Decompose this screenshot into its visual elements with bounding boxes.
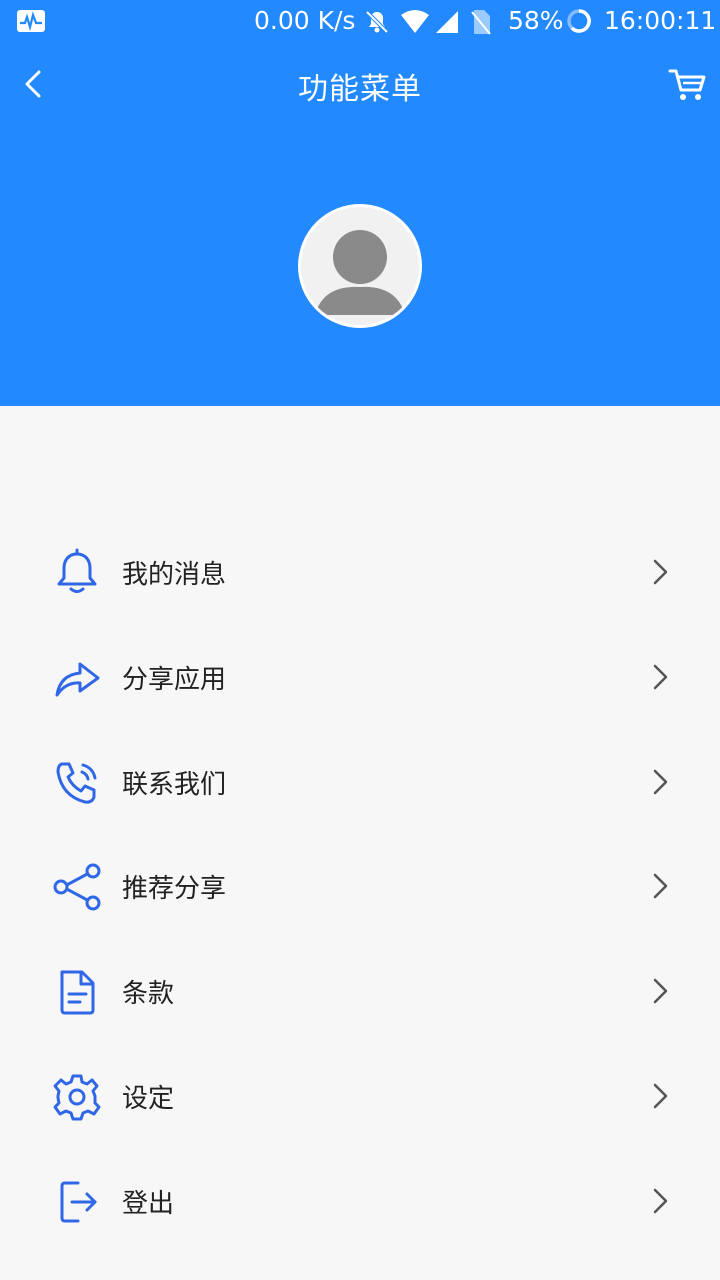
chevron-right-icon — [653, 769, 668, 794]
mute-bell-icon — [365, 10, 389, 34]
share-arrow-icon — [55, 662, 100, 697]
menu-item-share-app[interactable]: 分享应用 — [0, 625, 720, 730]
cart-icon[interactable] — [668, 66, 706, 102]
chevron-right-icon — [653, 664, 668, 690]
gear-icon — [53, 1074, 101, 1121]
status-bar: 0.00 K/s 58% 16:00:11 — [0, 0, 720, 44]
phone-icon — [56, 762, 97, 804]
menu-list: 我的消息 分享应用 联系我们 推荐分享 条款 设定 登出 — [0, 520, 720, 1254]
menu-item-settings[interactable]: 设定 — [0, 1044, 720, 1149]
menu-item-logout[interactable]: 登出 — [0, 1149, 720, 1254]
signal-icon — [436, 11, 458, 33]
chevron-right-icon — [653, 1188, 668, 1214]
menu-item-terms[interactable]: 条款 — [0, 939, 720, 1044]
chevron-right-icon — [653, 559, 668, 585]
menu-item-label: 我的消息 — [122, 560, 227, 590]
network-speed: 0.00 K/s — [254, 6, 356, 35]
clock: 16:00:11 — [604, 6, 717, 35]
menu-item-recommend-share[interactable]: 推荐分享 — [0, 834, 720, 939]
no-sim-icon — [471, 10, 491, 35]
menu-item-contact-us[interactable]: 联系我们 — [0, 730, 720, 835]
menu-item-label: 条款 — [122, 979, 175, 1010]
menu-item-label: 登出 — [122, 1188, 175, 1219]
menu-item-label: 分享应用 — [122, 664, 227, 695]
menu-item-label: 联系我们 — [122, 769, 227, 800]
avatar[interactable] — [298, 204, 422, 328]
battery-ring-icon — [567, 9, 591, 33]
activity-monitor-icon — [17, 10, 45, 32]
bell-icon — [57, 548, 97, 593]
wifi-icon — [401, 10, 429, 33]
menu-item-label: 推荐分享 — [122, 874, 227, 905]
share-nodes-icon — [53, 863, 101, 911]
chevron-right-icon — [653, 1083, 668, 1109]
page-title: 功能菜单 — [298, 72, 422, 107]
menu-item-messages[interactable]: 我的消息 — [0, 520, 720, 625]
chevron-right-icon — [653, 978, 668, 1004]
chevron-right-icon — [653, 874, 668, 899]
menu-item-label: 设定 — [122, 1083, 175, 1114]
battery-percent: 58% — [508, 6, 564, 35]
document-icon — [60, 970, 95, 1015]
profile-header: 0.00 K/s 58% 16:00:11 功能菜单 — [0, 0, 720, 406]
person-silhouette-icon — [315, 230, 405, 315]
logout-icon — [60, 1181, 97, 1223]
